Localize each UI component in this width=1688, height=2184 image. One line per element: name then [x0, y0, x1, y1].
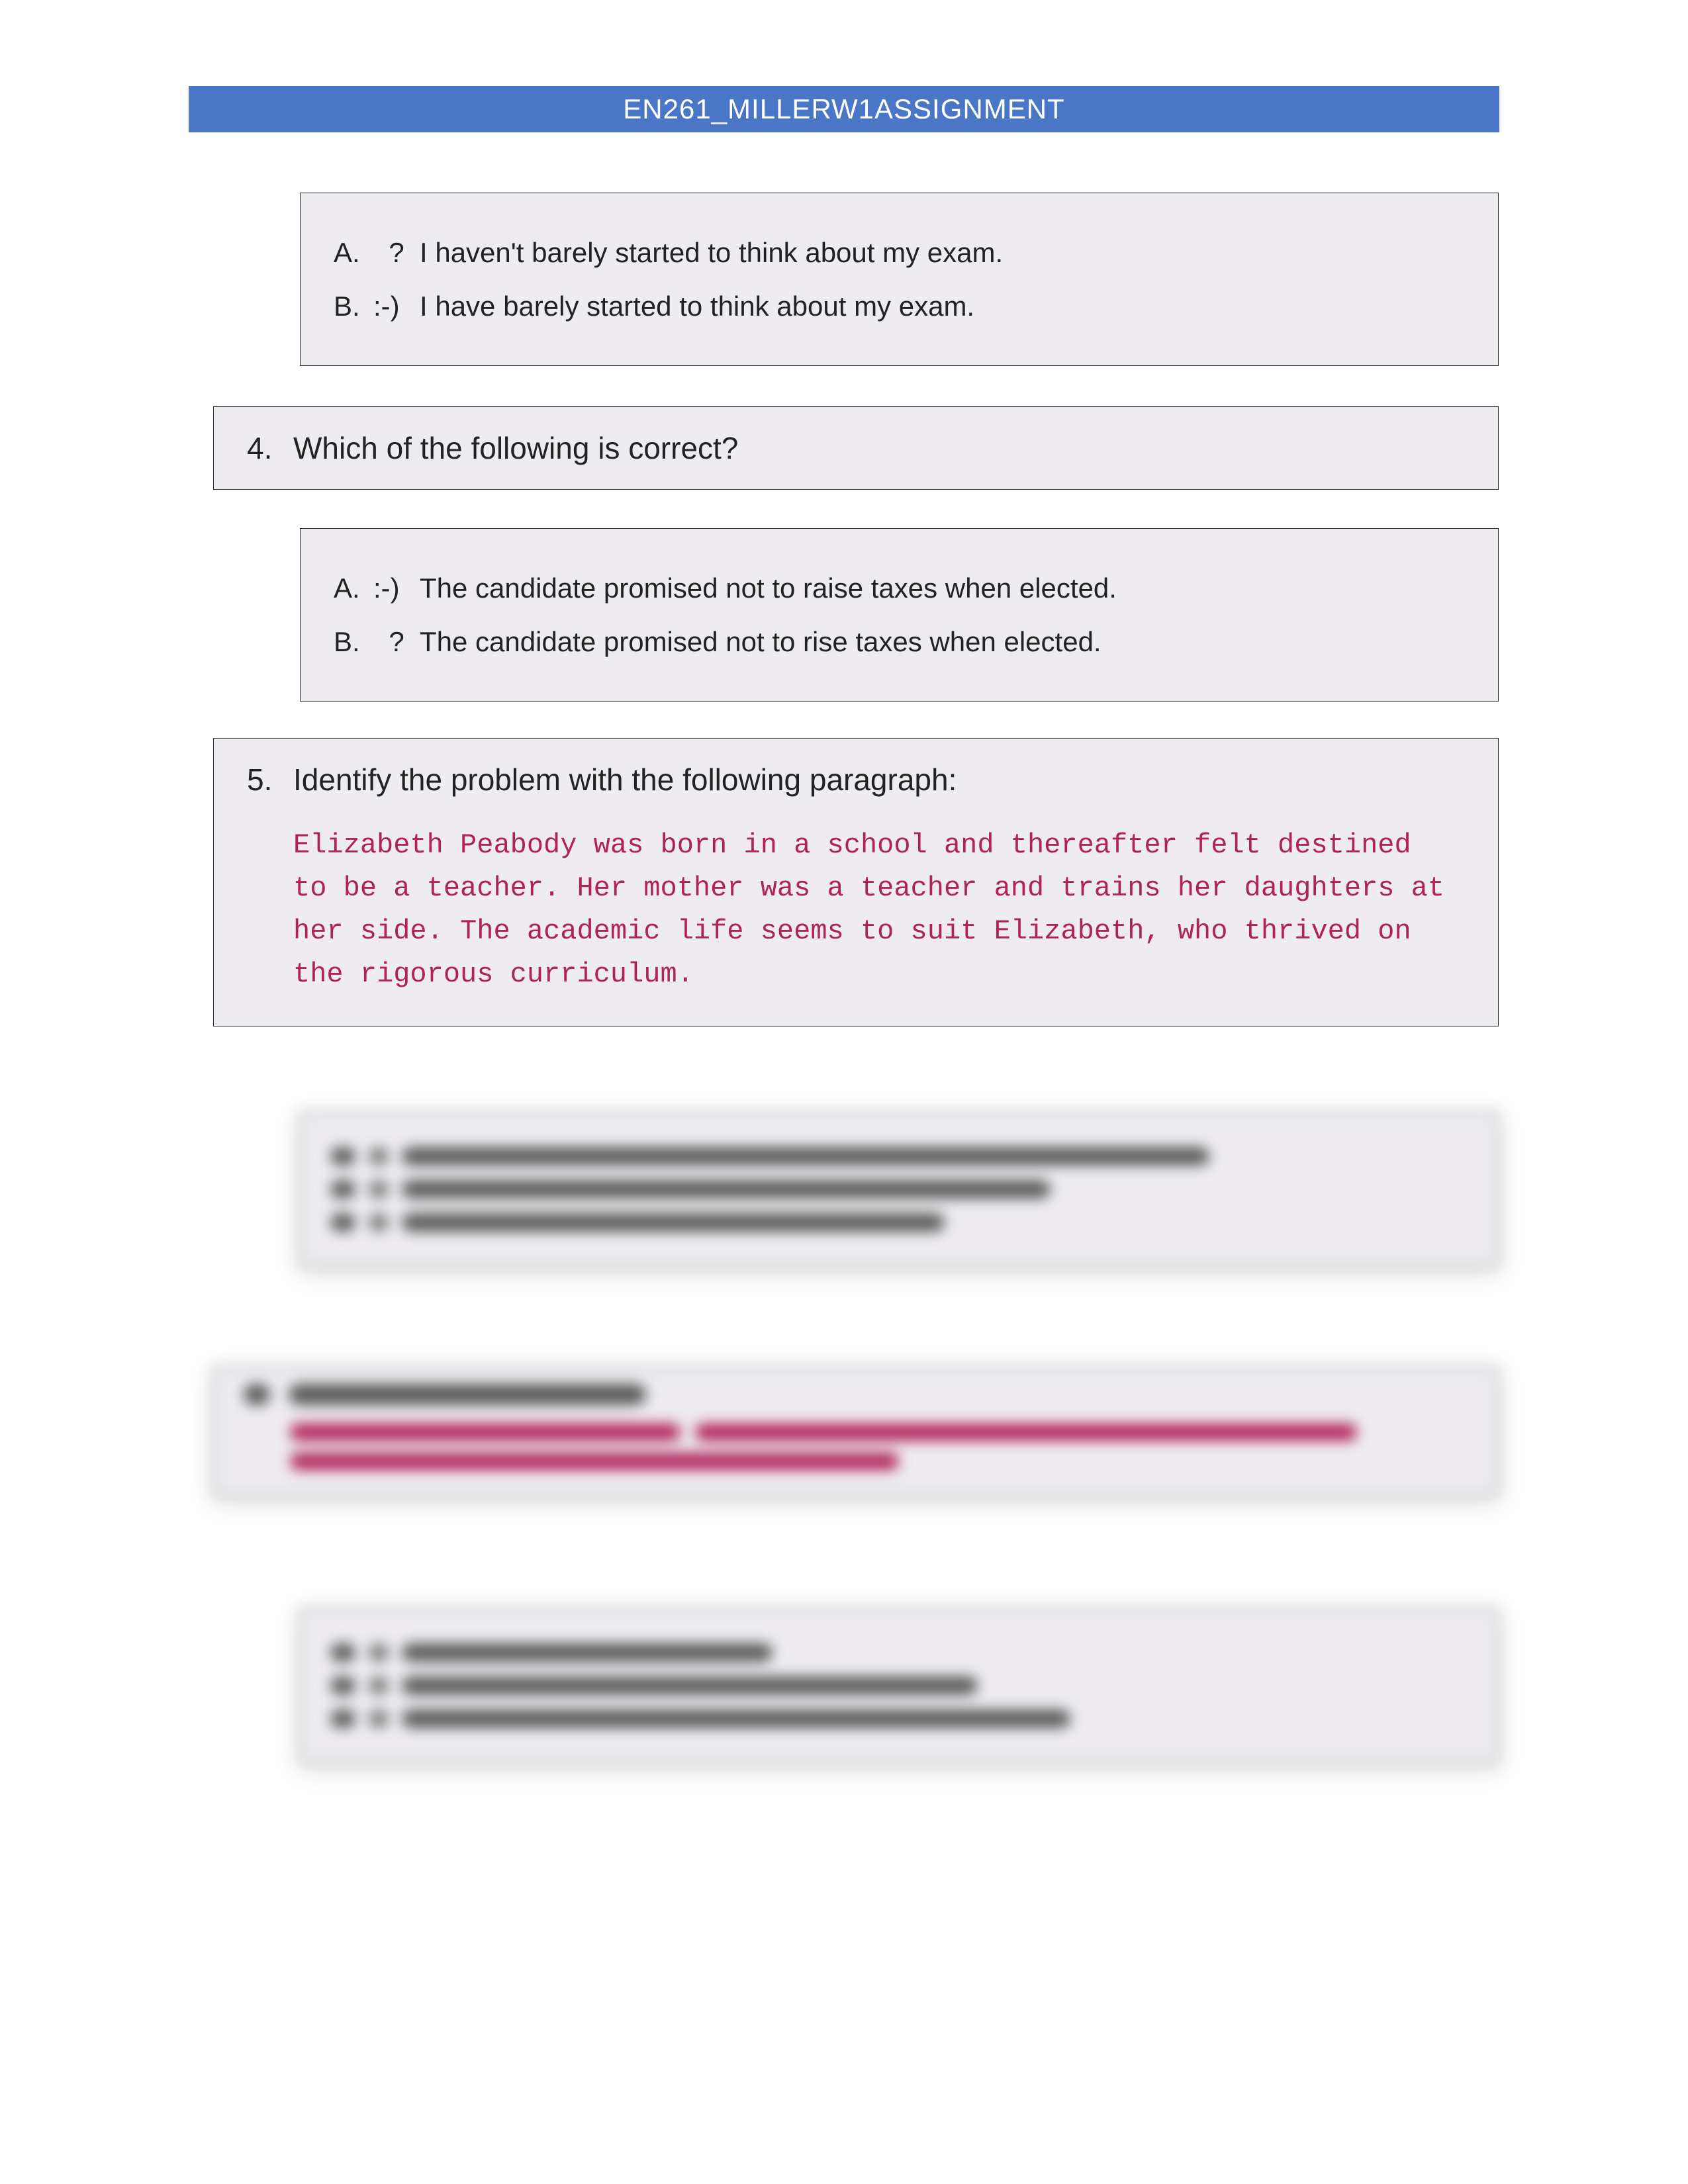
document-page: EN261_MILLERW1ASSIGNMENT A. ? I haven't … — [0, 0, 1688, 2184]
question-prompt: Identify the problem with the following … — [293, 762, 957, 797]
blurred-paragraph — [290, 1424, 1468, 1470]
question-number: 5. — [247, 762, 293, 797]
blurred-answer-row — [330, 1147, 1468, 1165]
answer-row: B. ? The candidate promised not to rise … — [334, 621, 1465, 662]
answers-block-3: A. ? I haven't barely started to think a… — [300, 193, 1499, 366]
question-paragraph: Elizabeth Peabody was born in a school a… — [293, 824, 1458, 996]
blurred-answer-row — [330, 1643, 1468, 1662]
blurred-answer-row — [330, 1676, 1468, 1695]
answer-mark: :-) — [373, 567, 420, 609]
answers-block-5-blurred — [300, 1112, 1499, 1267]
answer-letter: B. — [334, 621, 373, 662]
blurred-question-row — [244, 1384, 1468, 1405]
answer-mark: ? — [373, 232, 420, 273]
answer-text: I have barely started to think about my … — [420, 285, 1465, 327]
question-block-5: 5. Identify the problem with the followi… — [213, 738, 1499, 1026]
blurred-answer-row — [330, 1709, 1468, 1728]
answer-letter: A. — [334, 232, 373, 273]
answer-mark: :-) — [373, 285, 420, 327]
answer-letter: B. — [334, 285, 373, 327]
answer-text: The candidate promised not to rise taxes… — [420, 621, 1465, 662]
question-block-4: 4. Which of the following is correct? — [213, 406, 1499, 490]
question-prompt-row: 4. Which of the following is correct? — [247, 430, 1465, 466]
answer-mark: ? — [373, 621, 420, 662]
question-prompt-row: 5. Identify the problem with the followi… — [247, 762, 1465, 797]
question-number: 4. — [247, 430, 293, 466]
question-block-6-blurred — [213, 1367, 1499, 1496]
answers-block-6-blurred — [300, 1608, 1499, 1763]
answer-row: A. :-) The candidate promised not to rai… — [334, 567, 1465, 609]
answer-row: A. ? I haven't barely started to think a… — [334, 232, 1465, 273]
answer-letter: A. — [334, 567, 373, 609]
blurred-answer-row — [330, 1213, 1468, 1232]
header-title: EN261_MILLERW1ASSIGNMENT — [623, 93, 1064, 124]
page-header: EN261_MILLERW1ASSIGNMENT — [189, 86, 1499, 132]
blurred-answer-row — [330, 1180, 1468, 1199]
answer-text: I haven't barely started to think about … — [420, 232, 1465, 273]
answer-row: B. :-) I have barely started to think ab… — [334, 285, 1465, 327]
answers-block-4: A. :-) The candidate promised not to rai… — [300, 528, 1499, 702]
answer-text: The candidate promised not to raise taxe… — [420, 567, 1465, 609]
question-prompt: Which of the following is correct? — [293, 430, 738, 466]
